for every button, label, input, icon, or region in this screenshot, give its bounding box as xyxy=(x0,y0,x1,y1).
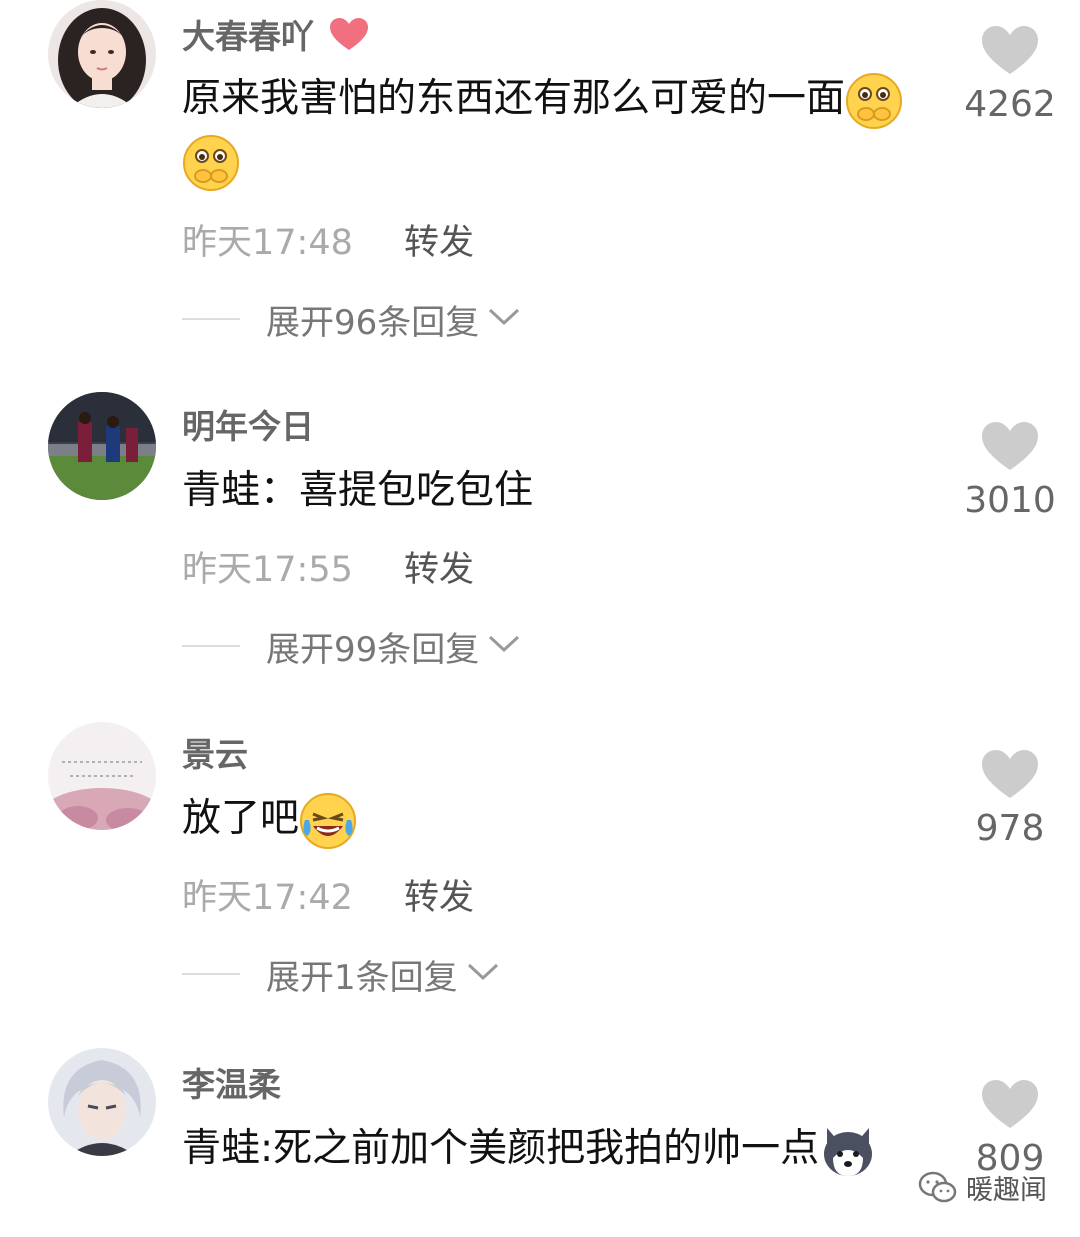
like-button[interactable]: 809 xyxy=(960,1080,1060,1179)
repost-button[interactable]: 转发 xyxy=(404,541,474,592)
divider-line xyxy=(182,318,240,320)
expand-replies-button[interactable]: 展开1条回复 xyxy=(182,949,500,999)
avatar[interactable] xyxy=(48,722,156,830)
timestamp: 昨天17:42 xyxy=(182,878,353,918)
expand-replies-button[interactable]: 展开99条回复 xyxy=(182,621,521,671)
avatar[interactable] xyxy=(48,1048,156,1156)
username-label: 李温柔 xyxy=(182,1065,281,1104)
like-count: 4262 xyxy=(964,84,1056,125)
like-button[interactable]: 3010 xyxy=(960,422,1060,521)
heart-icon xyxy=(982,1080,1038,1128)
timestamp: 昨天17:48 xyxy=(182,223,353,263)
expand-replies-label: 展开99条回复 xyxy=(266,629,480,670)
heart-badge-icon xyxy=(330,17,368,60)
shy-face-emoji-icon xyxy=(182,134,240,192)
comment-text: 原来我害怕的东西还有那么可爱的一面 xyxy=(182,68,922,192)
heart-icon xyxy=(982,750,1038,798)
timestamp: 昨天17:55 xyxy=(182,550,353,590)
divider-line xyxy=(182,973,240,975)
expand-replies-label: 展开96条回复 xyxy=(266,302,480,343)
like-button[interactable]: 978 xyxy=(960,750,1060,849)
comment-text: 青蛙:死之前加个美颜把我拍的帅一点 xyxy=(182,1118,922,1180)
watermark-label: 暖趣闻 xyxy=(966,1175,1047,1206)
comment-text-label: 放了吧 xyxy=(182,796,300,841)
shy-face-emoji-icon xyxy=(845,72,903,130)
avatar[interactable] xyxy=(48,392,156,500)
username-label: 大春春吖 xyxy=(182,17,314,56)
watermark: 暖趣闻 xyxy=(918,1168,1047,1207)
username-label: 景云 xyxy=(182,735,248,774)
username[interactable]: 明年今日 xyxy=(182,400,314,448)
avatar[interactable] xyxy=(48,0,156,108)
husky-dog-emoji-icon xyxy=(819,1122,877,1180)
heart-icon xyxy=(982,422,1038,470)
chevron-down-icon xyxy=(487,634,521,658)
username[interactable]: 大春春吖 xyxy=(182,10,368,60)
comment-text: 青蛙：喜提包吃包住 xyxy=(182,460,922,522)
username[interactable]: 景云 xyxy=(182,728,248,776)
laughing-crying-emoji-icon xyxy=(299,792,357,850)
divider-line xyxy=(182,645,240,647)
username-label: 明年今日 xyxy=(182,407,314,446)
expand-replies-label: 展开1条回复 xyxy=(266,957,458,998)
like-button[interactable]: 4262 xyxy=(960,26,1060,125)
heart-icon xyxy=(982,26,1038,74)
chevron-down-icon xyxy=(487,307,521,331)
repost-button[interactable]: 转发 xyxy=(404,214,474,265)
chevron-down-icon xyxy=(466,962,500,986)
expand-replies-button[interactable]: 展开96条回复 xyxy=(182,294,521,344)
comment-text: 放了吧 xyxy=(182,788,922,850)
username[interactable]: 李温柔 xyxy=(182,1058,281,1106)
like-count: 3010 xyxy=(964,480,1056,521)
like-count: 978 xyxy=(975,808,1045,849)
wechat-icon xyxy=(918,1171,957,1202)
repost-button[interactable]: 转发 xyxy=(404,869,474,920)
comment-text-label: 青蛙:死之前加个美颜把我拍的帅一点 xyxy=(182,1126,820,1171)
comment-text-label: 原来我害怕的东西还有那么可爱的一面 xyxy=(182,76,846,121)
comment-text-label: 青蛙：喜提包吃包住 xyxy=(182,468,534,513)
